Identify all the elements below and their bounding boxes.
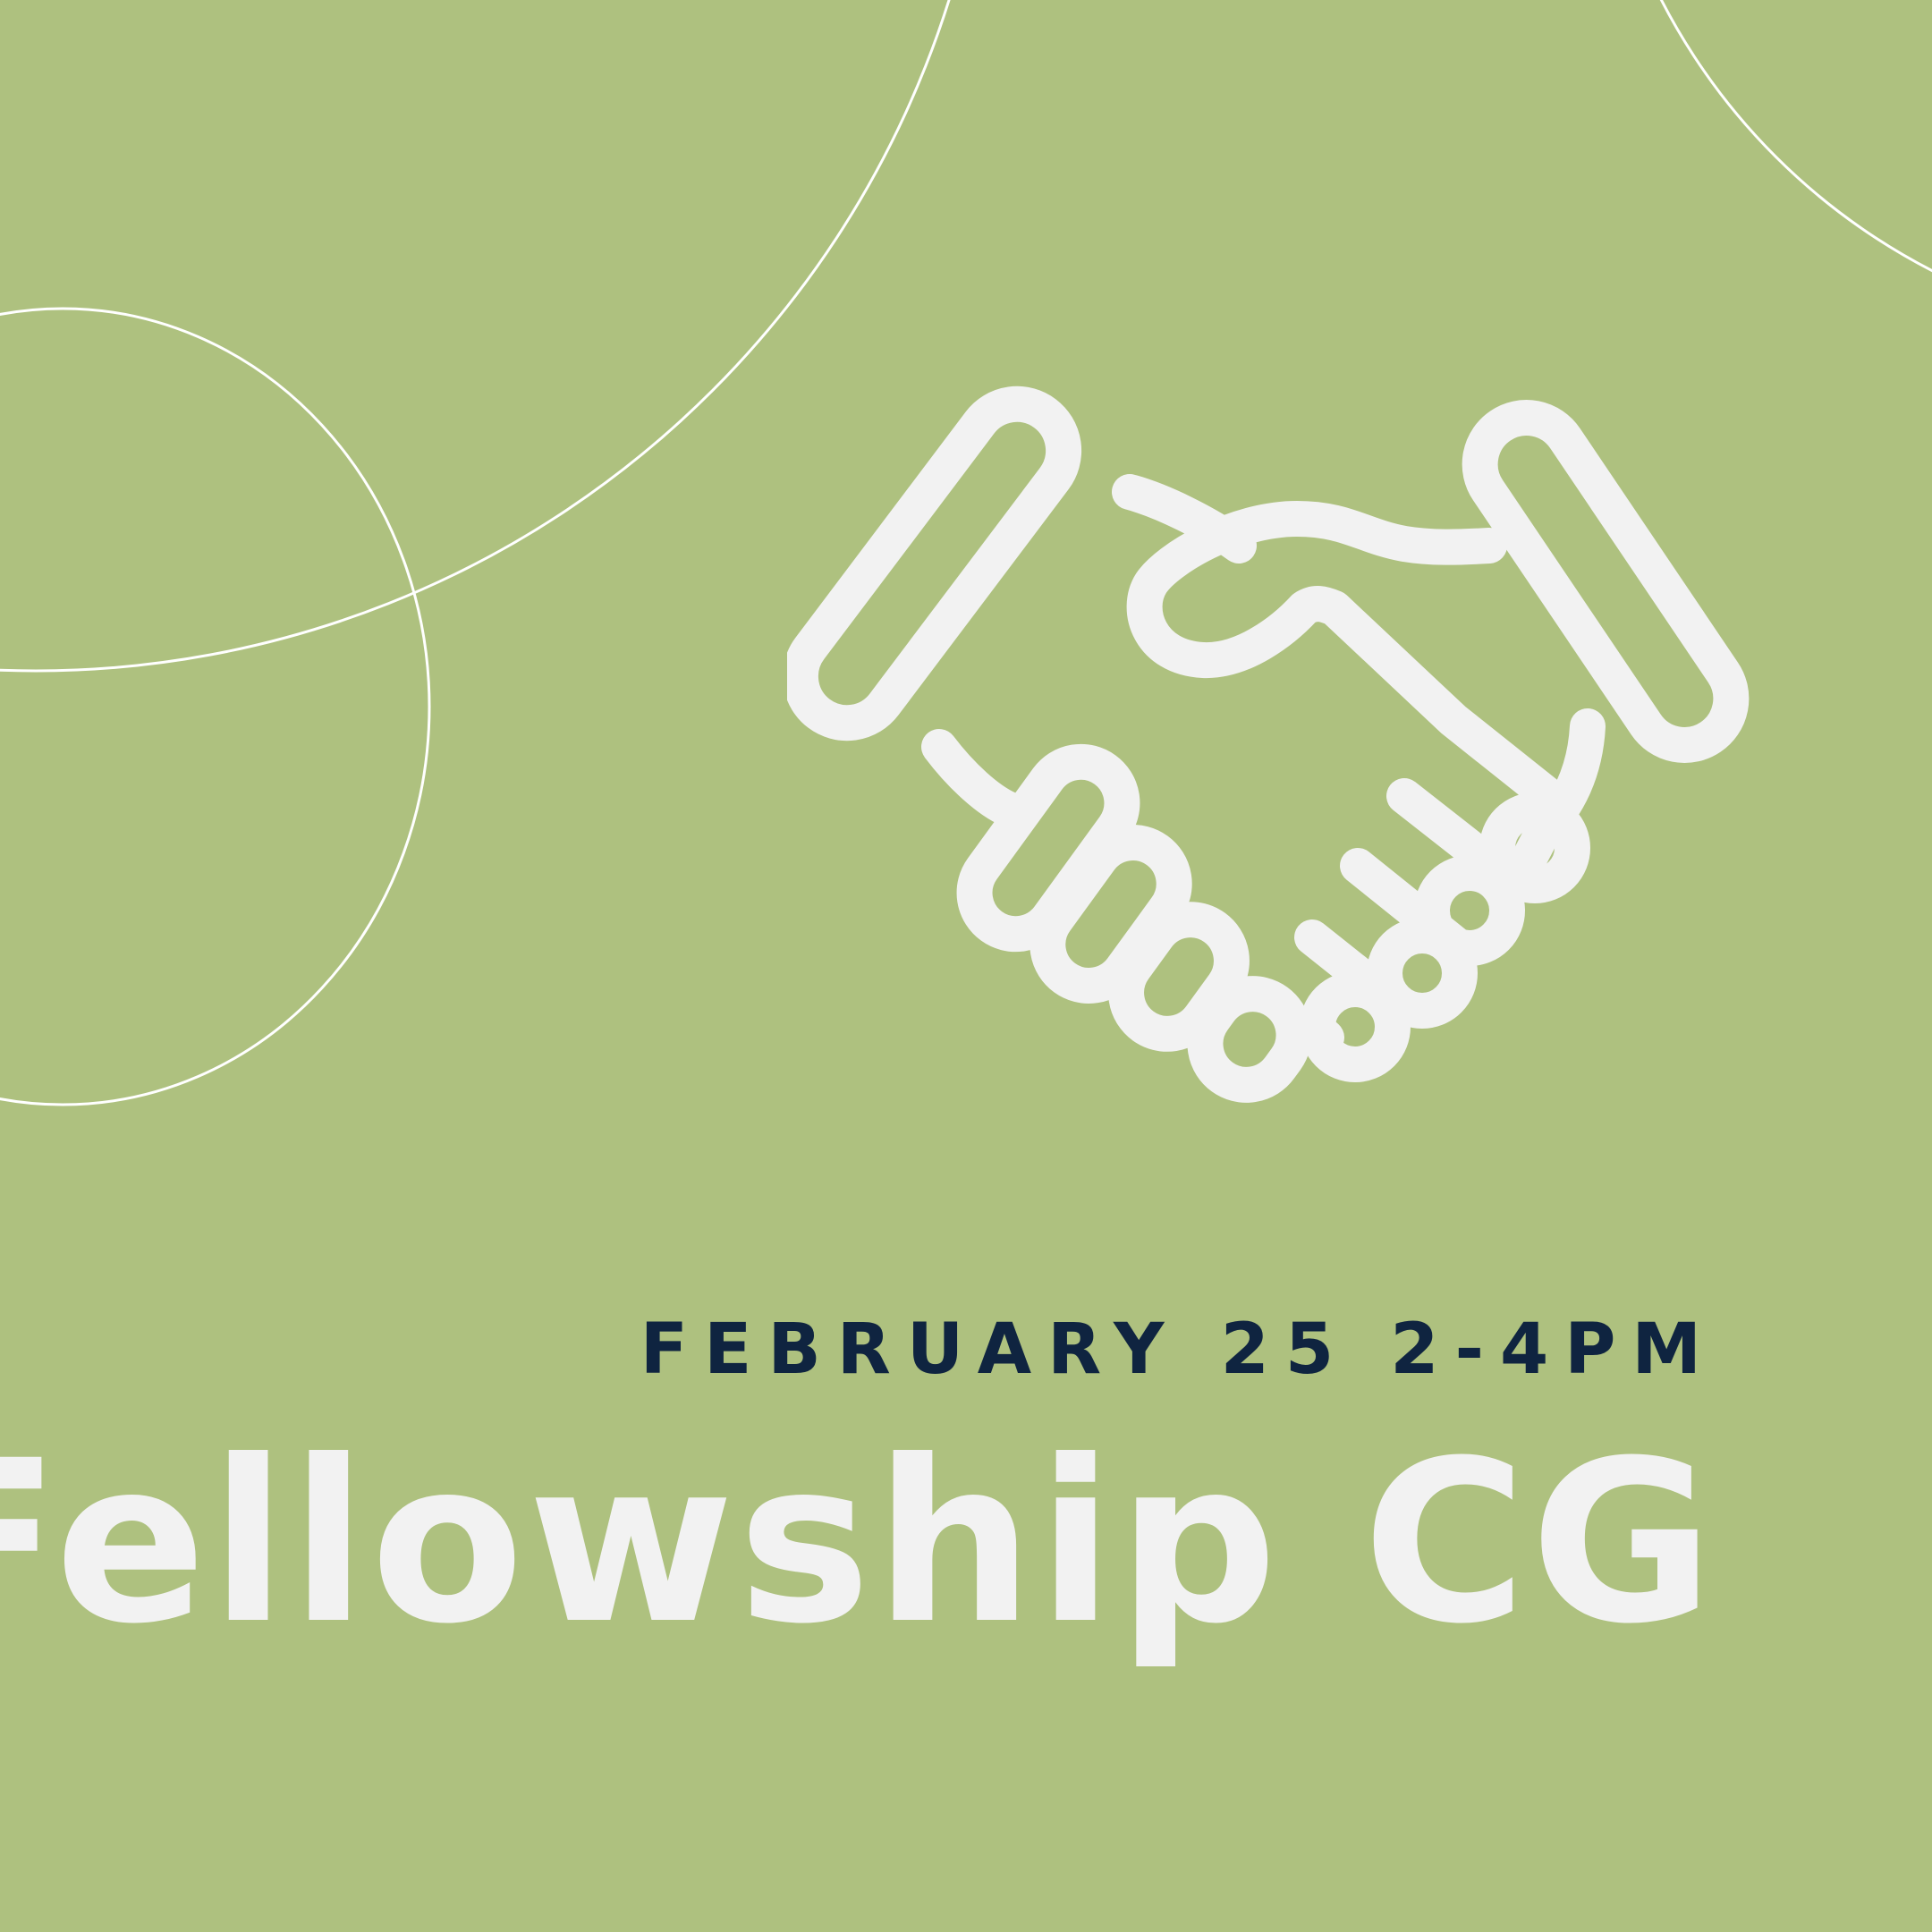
corner-circle-outline [1659, 0, 1932, 273]
left-circle-outline [0, 307, 431, 1106]
event-title: Fellowship CG [0, 1412, 1717, 1673]
poster: FEBRUARY 25 2-4PM Fellowship CG [0, 0, 1932, 1932]
event-date-time: FEBRUARY 25 2-4PM [640, 1309, 1717, 1390]
handshake-icon [787, 386, 1750, 1103]
